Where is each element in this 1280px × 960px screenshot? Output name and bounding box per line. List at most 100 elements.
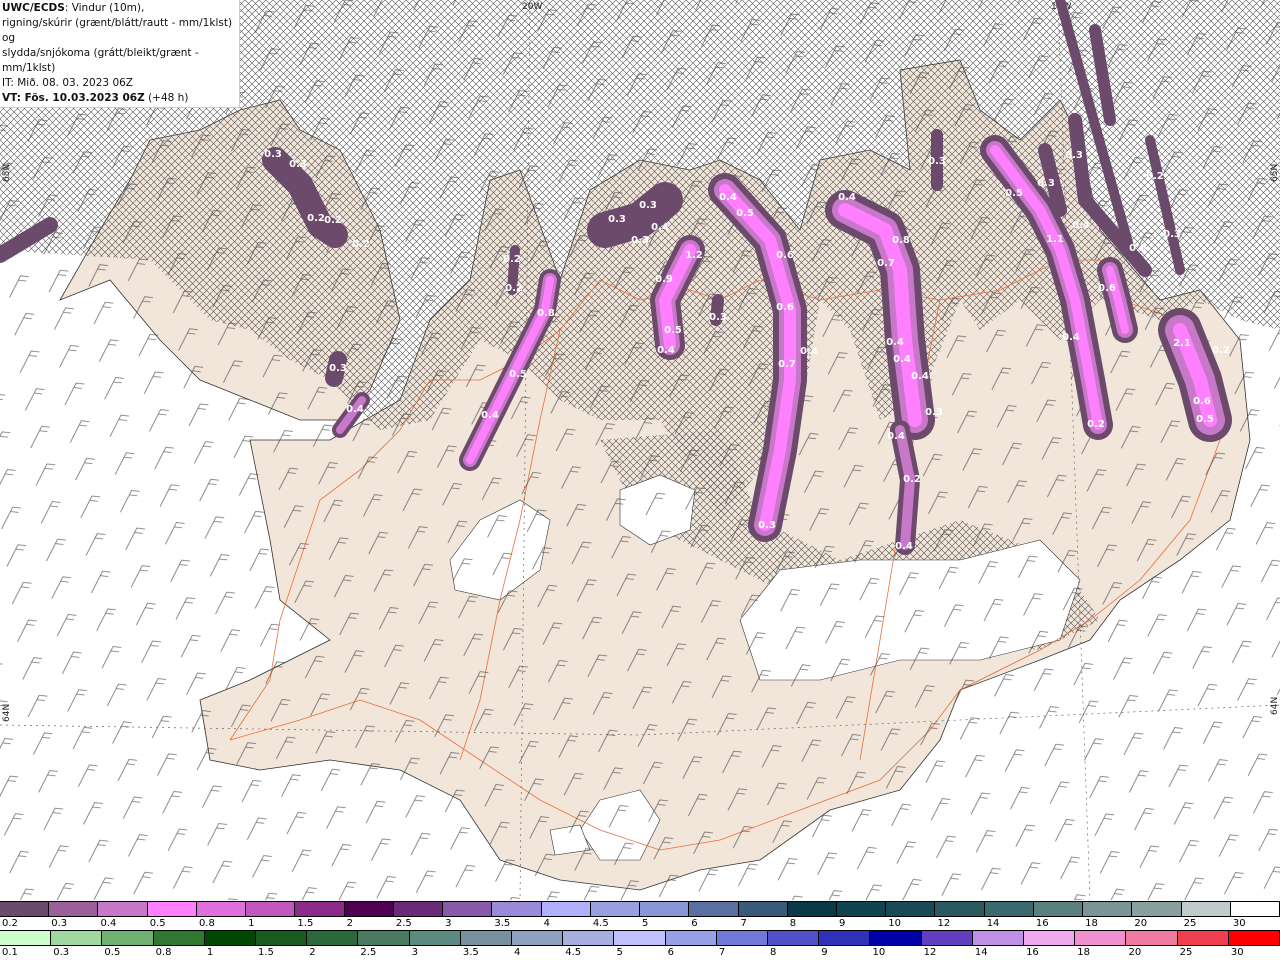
snow-label: 2 [346, 918, 354, 929]
source-name: UWC/ECDS [2, 2, 65, 14]
snow-swatch [640, 902, 690, 916]
precip-value-label: 0.6 [776, 302, 794, 313]
rain-swatch [768, 931, 820, 945]
lat-label-64n-right: 64N [1270, 697, 1280, 715]
precip-value-label: 0.6 [1193, 396, 1211, 407]
snow-swatch [196, 902, 247, 916]
rain-label: 0.5 [104, 947, 121, 958]
precip-value-label: 0.2 [1087, 419, 1105, 430]
rain-label: 20 [1128, 947, 1142, 958]
snow-label: 0.3 [51, 918, 68, 929]
lat-label-64n-left: 64N [2, 704, 12, 722]
precip-value-label: 0.3 [264, 149, 282, 160]
snow-swatch [1230, 902, 1280, 916]
precip-value-label: 0.2 [324, 215, 342, 226]
precip-value-label: 0.3 [928, 156, 946, 167]
snow-label: 0.5 [149, 918, 166, 929]
rain-label: 7 [718, 947, 726, 958]
snow-label: 4.5 [592, 918, 609, 929]
precip-value-label: 0.4 [651, 222, 669, 233]
precip-value-label: 0.3 [758, 520, 776, 531]
rain-label: 0.3 [53, 947, 70, 958]
snow-label: 30 [1232, 918, 1246, 929]
snow-swatch [295, 902, 345, 916]
precip-value-label: 0.5 [1196, 414, 1214, 425]
rain-label: 14 [974, 947, 988, 958]
rain-label: 10 [872, 947, 886, 958]
snow-label: 3 [445, 918, 452, 929]
snow-swatch [1181, 902, 1231, 916]
snow-label: 1 [248, 918, 255, 929]
snow-label: 5 [642, 918, 649, 929]
rain-label: 0.1 [2, 947, 18, 958]
rain-swatch [204, 931, 257, 945]
rain-swatch [512, 931, 564, 945]
issue-time: IT: Mið. 08. 03. 2023 06Z [2, 77, 133, 89]
snow-swatch [1083, 902, 1133, 916]
rain-swatch [358, 931, 410, 945]
precip-value-label: 0.5 [736, 208, 754, 219]
rain-colorbar-labels: 0.1 0.3 0.5 0.8 1 1.5 2 2.5 3 3.5 4 4.5 5 6 7 8 9 10 12 14 1… [0, 946, 1280, 959]
snow-label: 25 [1183, 918, 1197, 929]
snow-swatch [492, 902, 542, 916]
snow-label: 4 [543, 918, 550, 929]
lead-time: (+48 h) [148, 92, 189, 104]
snow-swatch [738, 902, 788, 916]
precip-value-label: 0.3 [1163, 229, 1181, 240]
precip-value-label: 0.2 [352, 239, 370, 250]
rain-swatch [819, 931, 871, 945]
snow-label: 0.4 [100, 918, 117, 929]
rain-swatch [0, 931, 52, 945]
rain-label: 18 [1077, 947, 1090, 958]
lat-label-65n-right: 65N [1270, 164, 1280, 182]
snow-label: 0.2 [2, 918, 18, 929]
rain-swatch [972, 931, 1025, 945]
precip-value-label: 0.3 [631, 235, 649, 246]
snow-label: 7 [740, 918, 747, 929]
snow-label: 14 [986, 918, 1000, 929]
title-line3: slydda/snjókoma (grátt/bleikt/grænt - mm… [2, 47, 199, 74]
snow-label: 6 [691, 918, 698, 929]
snow-label: 18 [1085, 918, 1098, 929]
rain-swatch [870, 931, 922, 945]
snow-label: 10 [888, 918, 901, 929]
precip-value-label: 0.4 [657, 345, 675, 356]
rain-label: 3.5 [462, 947, 479, 958]
snow-swatch [393, 902, 444, 916]
precip-value-label: 0.5 [509, 369, 527, 380]
precip-value-label: 0.4 [895, 541, 913, 552]
precip-value-label: 0.4 [838, 192, 856, 203]
rain-label: 0.8 [155, 947, 172, 958]
rain-swatch [665, 931, 717, 945]
rain-label: 8 [770, 947, 777, 958]
rain-label: 1 [206, 947, 214, 958]
precip-value-label: 0.2 [1146, 171, 1164, 182]
snow-swatch [98, 902, 148, 916]
precip-value-label: 0.4 [886, 337, 904, 348]
snow-swatch [49, 902, 99, 916]
precip-value-label: 0.4 [887, 431, 905, 442]
snow-label: 8 [789, 918, 797, 929]
snow-swatch [0, 902, 50, 916]
title-line2: rigning/skúrir (grænt/blátt/rautt - mm/1… [2, 17, 233, 44]
rain-swatch [102, 931, 154, 945]
snow-swatch [1132, 902, 1182, 916]
snow-swatch [590, 902, 641, 916]
rain-swatch [51, 931, 103, 945]
rain-swatch [614, 931, 666, 945]
rain-swatch [256, 931, 308, 945]
snow-label: 2.5 [395, 918, 412, 929]
precip-value-label: 0.3 [639, 200, 657, 211]
rain-label: 6 [667, 947, 675, 958]
precip-value-label: 0.3 [709, 312, 727, 323]
precip-value-label: 1.2 [685, 250, 703, 261]
rain-label: 30 [1230, 947, 1244, 958]
rain-label: 2 [309, 947, 316, 958]
precip-value-label: 0.8 [537, 308, 555, 319]
precip-value-label: 0.7 [778, 359, 796, 370]
precip-value-label: 1.1 [1046, 234, 1064, 245]
weather-map[interactable]: 20W 15W 64N 64N 65N 65N 0.30.30.2 0.20.20… [0, 0, 1280, 900]
rain-swatch [409, 931, 461, 945]
precip-value-label: 0.4 [1072, 220, 1090, 231]
precip-value-label: 0.6 [776, 250, 794, 261]
